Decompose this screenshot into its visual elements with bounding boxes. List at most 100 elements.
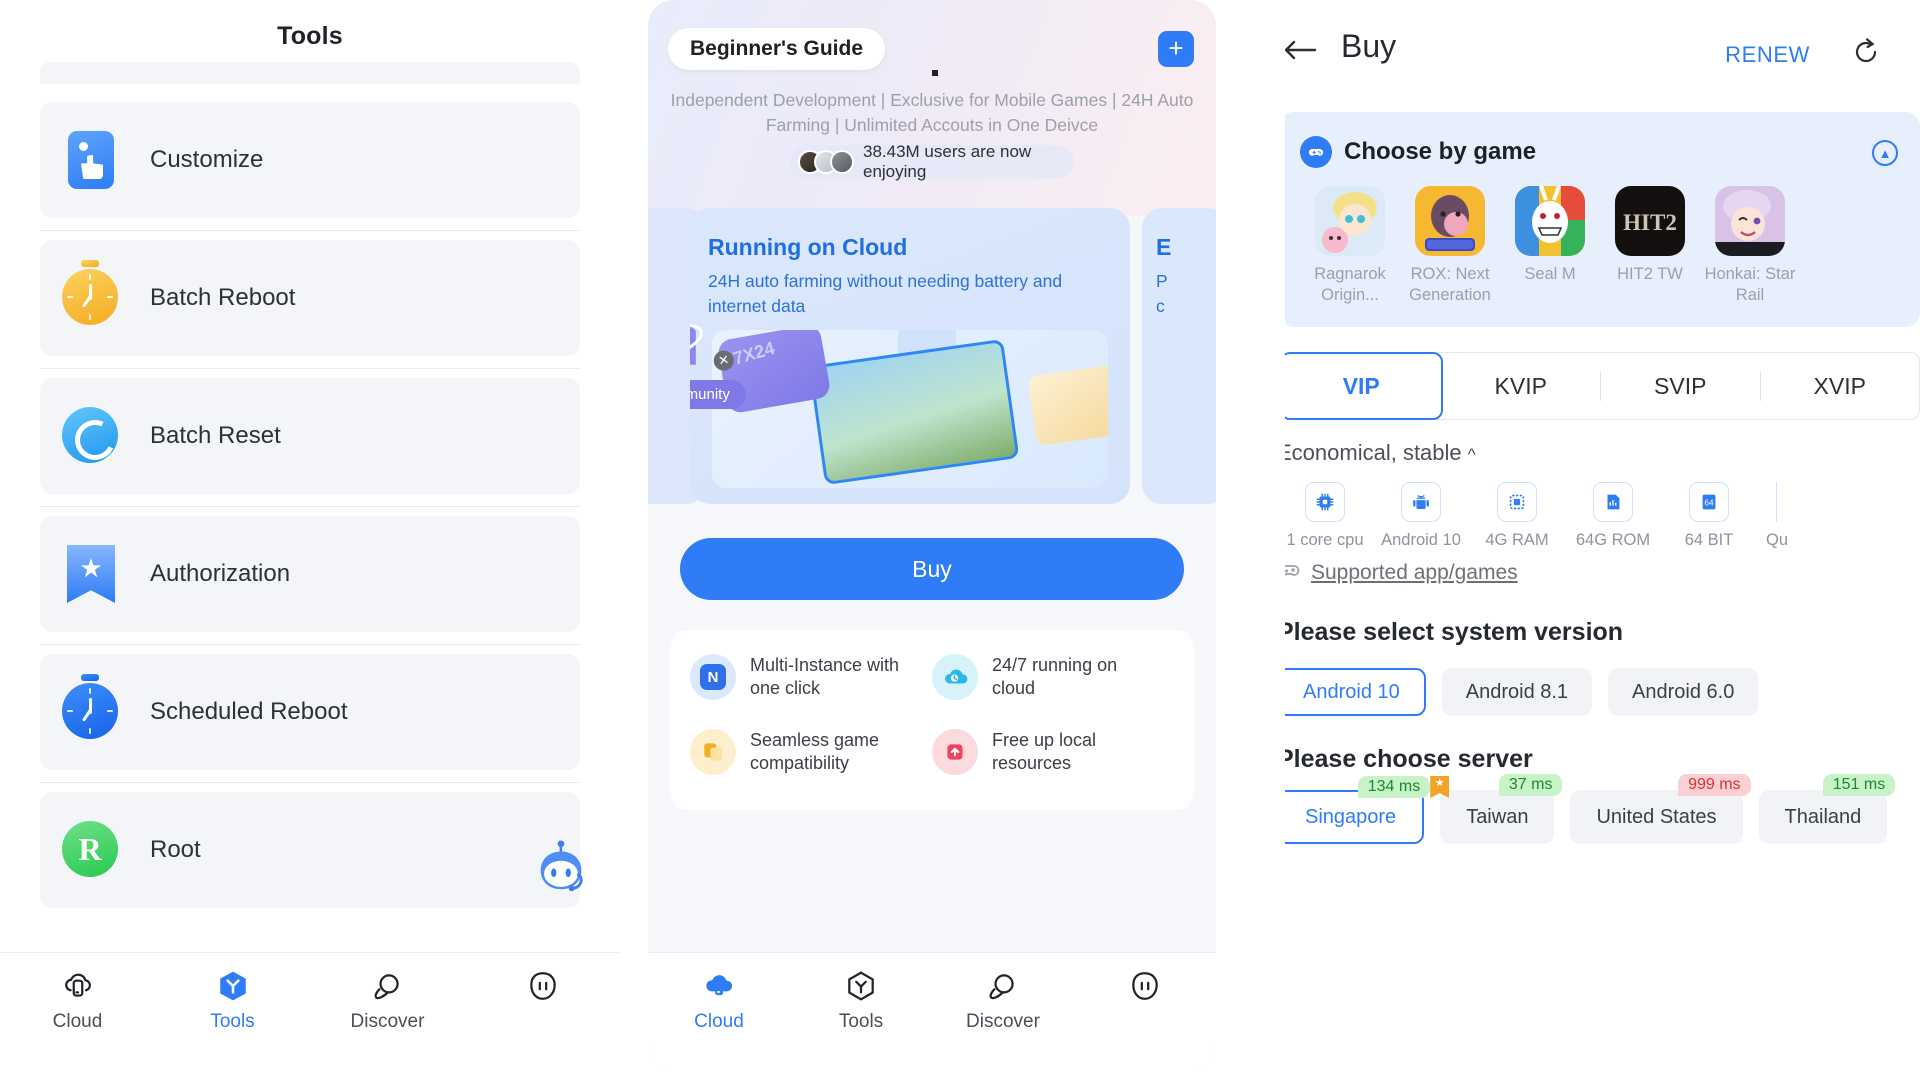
carousel-card-next[interactable]: E P c [1142, 208, 1216, 504]
carousel-illustration: 7X24 ✕ [712, 330, 1108, 488]
svg-text:HIT2: HIT2 [1623, 210, 1677, 235]
server-option-taiwan[interactable]: ★ Taiwan 37 ms [1430, 774, 1563, 844]
add-instance-button[interactable]: + [1158, 31, 1194, 67]
hero-dot-marker [932, 70, 938, 76]
cloud-phone-icon [61, 969, 95, 1003]
tab-svip[interactable]: SVIP [1601, 353, 1760, 419]
yellow-card-art [1027, 363, 1108, 447]
avatar-stack [798, 150, 854, 174]
feature-carousel[interactable]: Running on Cloud 24H auto farming withou… [648, 196, 1216, 516]
nav-tab-cloud[interactable]: Cloud [648, 969, 790, 1033]
tool-item-root[interactable]: R Root [40, 792, 580, 908]
server-option-united-states[interactable]: United States 999 ms [1570, 774, 1751, 844]
root-icon: R [62, 821, 120, 879]
game-item-hit2[interactable]: HIT2 HIT2 TW [1600, 186, 1700, 305]
nav-tab-label: Tools [838, 1011, 884, 1032]
gamepad-icon [1300, 136, 1332, 168]
supported-apps-link[interactable]: Supported app/games [1285, 558, 1518, 587]
tools-bottom-nav: Cloud Tools Discover [0, 952, 620, 1071]
server-option-singapore[interactable]: Singapore 134 ms [1285, 776, 1431, 844]
renew-button[interactable]: RENEW [1725, 42, 1810, 68]
game-item-seal-m[interactable]: Seal M [1500, 186, 1600, 305]
carousel-next-title: E [1156, 234, 1172, 260]
game-name: ROX: Next Generation [1409, 265, 1491, 304]
nav-tab-tools[interactable]: Tools [155, 969, 310, 1033]
tab-kvip[interactable]: KVIP [1442, 353, 1601, 419]
server-option-thailand[interactable]: Thailand 151 ms [1758, 774, 1896, 844]
sysver-option-android10[interactable]: Android 10 [1285, 668, 1426, 716]
planet-icon [986, 969, 1020, 1003]
carousel-card-active[interactable]: Running on Cloud 24H auto farming withou… [690, 208, 1130, 504]
nav-tab-cloud[interactable]: Cloud [0, 969, 155, 1033]
planet-icon [371, 969, 405, 1003]
spec-item-ram: 4G RAM [1469, 482, 1565, 550]
sysver-option-android81[interactable]: Android 8.1 [1441, 668, 1593, 716]
avatar [830, 150, 854, 174]
active-users-badge: 38.43M users are now enjoying [790, 142, 1074, 181]
server-label: United States [1596, 805, 1717, 828]
nav-tab-label: Discover [350, 1011, 425, 1032]
sysver-option-android60[interactable]: Android 6.0 [1608, 668, 1759, 716]
chevron-up-icon: ^ [1467, 445, 1476, 464]
economical-stable-toggle[interactable]: Economical, stable ^ [1285, 440, 1476, 466]
spec-item-64bit: 64 64 BIT [1661, 482, 1757, 550]
feature-label: Free up local resources [992, 729, 1097, 774]
spec-label: Qu [1765, 531, 1788, 549]
nav-tab-label: Cloud [694, 1011, 744, 1032]
carousel-description: 24H auto farming without needing battery… [708, 271, 1063, 316]
beginners-guide-button[interactable]: Beginner's Guide [668, 28, 886, 70]
game-item-ragnarok[interactable]: Ragnarok Origin... [1300, 186, 1400, 305]
feature-item: Free up local resources [932, 729, 1174, 776]
tab-vip[interactable]: VIP [1285, 352, 1443, 420]
list-divider [40, 368, 580, 369]
latency-badge: 134 ms [1357, 776, 1431, 798]
nav-tab-tools[interactable]: Tools [790, 969, 932, 1033]
spec-item-cpu: 1 core cpu [1285, 482, 1373, 550]
system-version-title: Please select system version [1285, 618, 1624, 646]
game-item-honkai[interactable]: Honkai: Star Rail [1700, 186, 1800, 305]
tool-item-label: Authorization [150, 560, 291, 587]
buy-button[interactable]: Buy [680, 538, 1184, 600]
tool-item-scheduled-reboot[interactable]: Scheduled Reboot [40, 654, 580, 770]
nav-tab-profile[interactable] [465, 969, 620, 1011]
home-heart-icon [690, 294, 708, 372]
cloud-panel: Beginner's Guide + Independent Developme… [648, 0, 1216, 1071]
back-arrow-icon[interactable] [1285, 36, 1318, 64]
nav-tab-discover[interactable]: Discover [310, 969, 465, 1033]
game-icon [1315, 186, 1385, 256]
tool-item-customize[interactable]: Customize [40, 102, 580, 218]
system-version-options: Android 10 Android 8.1 Android 6.0 [1285, 668, 1759, 716]
robot-assistant-icon[interactable] [530, 836, 592, 898]
game-item-rox[interactable]: ROX: Next Generation [1400, 186, 1500, 305]
tool-item-batch-reboot[interactable]: Batch Reboot [40, 240, 580, 356]
features-grid: N Multi-Instance with one click 24/7 run… [670, 654, 1194, 776]
spec-label: 4G RAM [1485, 531, 1549, 549]
tool-item-batch-reset[interactable]: Batch Reset [40, 378, 580, 494]
choose-by-game-section: Choose by game ▲ Ragnarok Origin... ROX:… [1285, 112, 1920, 327]
list-divider [40, 782, 580, 783]
vip-tab-bar: VIP KVIP SVIP XVIP [1285, 352, 1920, 420]
game-icon [1415, 186, 1485, 256]
refresh-circle-icon [62, 407, 120, 465]
cloud-bottom-nav: Cloud Tools Discover [648, 952, 1216, 1071]
tool-item-label: Root [150, 836, 201, 863]
cloud-phone-icon [702, 969, 736, 1003]
tools-list-top-stub [40, 62, 580, 84]
nav-tab-profile[interactable] [1074, 969, 1216, 1011]
spec-label: 1 core cpu [1286, 531, 1364, 549]
profile-icon [526, 969, 560, 1003]
spec-item-rom: 64G ROM [1565, 482, 1661, 550]
refresh-icon[interactable] [1850, 36, 1882, 68]
tool-item-authorization[interactable]: ★ Authorization [40, 516, 580, 632]
spec-label: Android 10 [1381, 531, 1461, 549]
spec-list: 1 core cpu Android 10 4G RAM 64G ROM 64 … [1285, 482, 1920, 550]
buy-panel: Buy RENEW Choose by game ▲ Ragnarok Orig… [1285, 0, 1920, 1071]
nav-tab-discover[interactable]: Discover [932, 969, 1074, 1033]
seamless-game-icon [690, 729, 736, 776]
list-divider [40, 230, 580, 231]
chevron-up-icon[interactable]: ▲ [1872, 140, 1898, 166]
nav-tab-label: Tools [210, 1011, 255, 1032]
server-label: Thailand [1784, 805, 1862, 828]
tools-list: Customize Batch Reboot Batch Reset ★ Aut… [0, 62, 620, 952]
tab-xvip[interactable]: XVIP [1761, 353, 1920, 419]
